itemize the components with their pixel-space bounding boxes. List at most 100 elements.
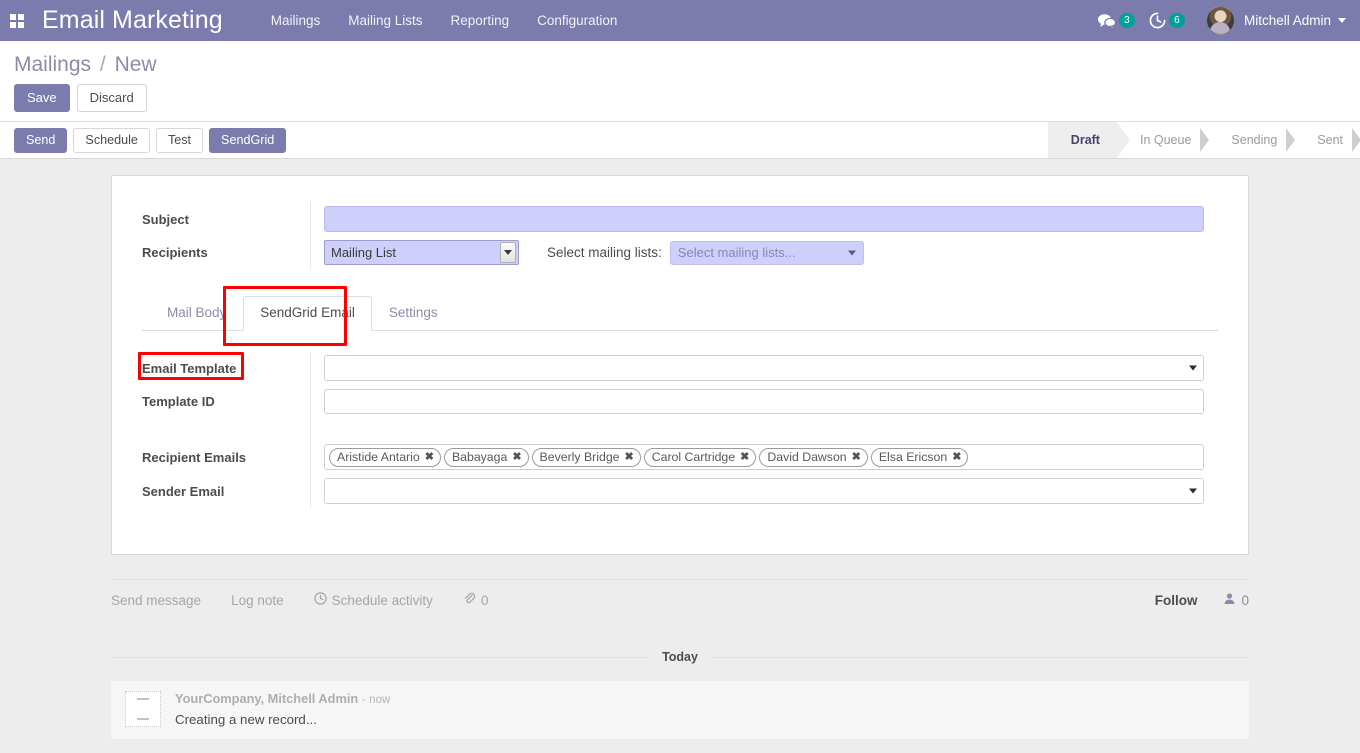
message-item: YourCompany, Mitchell Admin - now Creati… (111, 681, 1249, 739)
field-row-sender-email: Sender Email (142, 474, 1218, 508)
notebook-tabs: Mail Body SendGrid Email Settings (142, 296, 1218, 331)
send-message-button[interactable]: Send message (111, 593, 201, 608)
send-message-label: Send message (111, 592, 202, 608)
save-button[interactable]: Save (14, 84, 70, 112)
field-row-email-template: Email Template (142, 351, 1218, 385)
tab-sendgrid-email[interactable]: SendGrid Email (243, 296, 372, 331)
sheet-container: Subject Recipients Mailing List Select m… (0, 159, 1360, 555)
followers-button[interactable]: 0 (1223, 592, 1249, 608)
activities-button[interactable]: 6 (1142, 0, 1192, 41)
avatar (1205, 6, 1235, 35)
discard-button[interactable]: Discard (76, 84, 147, 112)
field-row-recipients: Recipients Mailing List Select mailing l… (142, 236, 1218, 269)
activities-count-badge: 6 (1168, 13, 1185, 28)
record-actions: Save Discard (0, 82, 1360, 121)
recipients-label: Recipients (142, 245, 208, 260)
top-navbar: Email Marketing Mailings Mailing Lists R… (0, 0, 1360, 41)
clock-icon (1149, 12, 1166, 29)
close-x-icon[interactable]: ✖ (425, 451, 434, 463)
messages-count-badge: 3 (1118, 13, 1135, 28)
status-stage-label: In Queue (1139, 133, 1192, 147)
apps-grid-icon (10, 13, 24, 28)
user-menu-button[interactable]: Mitchell Admin (1192, 0, 1352, 41)
status-stage-in-queue[interactable]: In Queue (1117, 122, 1210, 158)
tag-label: Beverly Bridge (539, 450, 620, 464)
status-stage-label: Draft (1070, 133, 1100, 147)
field-row-spacer (142, 418, 1218, 440)
log-note-label: Log note (231, 592, 284, 608)
status-stage-label: Sending (1231, 133, 1278, 147)
sender-email-select[interactable] (324, 478, 1204, 504)
message-avatar (125, 691, 161, 727)
test-button[interactable]: Test (155, 127, 204, 153)
subject-input[interactable] (324, 206, 1204, 232)
breadcrumb-parent[interactable]: Mailings (14, 53, 91, 76)
breadcrumb-separator: / (99, 53, 106, 76)
day-separator: Today (111, 650, 1250, 664)
tag-label: Carol Cartridge (651, 450, 736, 464)
follow-button[interactable]: Follow (1155, 593, 1198, 608)
menu-item-reporting[interactable]: Reporting (437, 0, 524, 41)
close-x-icon[interactable]: ✖ (512, 451, 521, 463)
paperclip-icon (463, 592, 476, 608)
status-pipeline: Draft In Queue Sending Sent (1047, 122, 1360, 158)
tab-mail-body[interactable]: Mail Body (150, 296, 243, 331)
tag-item[interactable]: Beverly Bridge ✖ (531, 447, 641, 467)
tag-item[interactable]: Aristide Antario ✖ (329, 447, 441, 467)
send-button[interactable]: Send (14, 127, 68, 153)
status-stage-label: Sent (1317, 133, 1343, 147)
app-brand-title: Email Marketing (42, 6, 223, 34)
tag-item[interactable]: Babayaga ✖ (443, 447, 529, 467)
messages-button[interactable]: 3 (1090, 0, 1142, 41)
schedule-button[interactable]: Schedule (73, 127, 150, 153)
recipients-select-value: Mailing List (331, 245, 397, 260)
attachment-count: 0 (480, 592, 489, 608)
chevron-down-icon (1338, 18, 1346, 23)
recipients-select[interactable]: Mailing List (324, 240, 519, 265)
mailing-lists-input[interactable]: Select mailing lists... (669, 240, 864, 265)
menu-item-mailing-lists[interactable]: Mailing Lists (334, 0, 436, 41)
tag-label: Babayaga (451, 450, 508, 464)
menu-item-configuration[interactable]: Configuration (523, 0, 631, 41)
message-time: now (369, 694, 391, 706)
sendgrid-button[interactable]: SendGrid (209, 127, 287, 153)
message-body: Creating a new record... (175, 712, 317, 727)
chevron-down-icon (500, 242, 516, 263)
log-note-button[interactable]: Log note (231, 593, 284, 608)
attachments-button[interactable]: 0 (463, 592, 489, 608)
chevron-right-icon (1352, 128, 1360, 152)
status-stage-draft[interactable]: Draft (1047, 122, 1131, 158)
tabpane-sendgrid-email: Email Template Template ID Recipient Ema… (142, 331, 1218, 508)
schedule-activity-button[interactable]: Schedule activity (313, 592, 433, 608)
status-stage-sending[interactable]: Sending (1208, 122, 1296, 158)
apps-menu-button[interactable] (0, 0, 34, 41)
recipient-emails-input[interactable]: Aristide Antario ✖ Babayaga ✖ Beverly Br… (324, 444, 1204, 470)
tag-item[interactable]: Elsa Ericson ✖ (870, 447, 969, 467)
chevron-down-icon (1189, 488, 1197, 494)
followers-count-label: 0 (1241, 592, 1249, 608)
clock-icon (313, 592, 327, 608)
email-template-select[interactable] (324, 355, 1204, 381)
chevron-down-icon (847, 250, 856, 255)
user-name-label: Mitchell Admin (1243, 13, 1331, 28)
notebook: Mail Body SendGrid Email Settings Email … (142, 296, 1218, 508)
recipient-emails-label: Recipient Emails (142, 449, 247, 465)
tag-label: Aristide Antario (337, 450, 420, 464)
status-stage-sent[interactable]: Sent (1294, 122, 1360, 158)
close-x-icon[interactable]: ✖ (952, 451, 961, 463)
chatter-follow-area: Follow 0 (1155, 592, 1249, 608)
close-x-icon[interactable]: ✖ (625, 451, 634, 463)
subject-label: Subject (142, 211, 189, 227)
form-sheet: Subject Recipients Mailing List Select m… (111, 175, 1249, 555)
message-time-separator: - (361, 694, 366, 706)
tab-settings[interactable]: Settings (372, 296, 455, 331)
tag-item[interactable]: Carol Cartridge ✖ (643, 447, 757, 467)
day-separator-label: Today (662, 650, 698, 664)
close-x-icon[interactable]: ✖ (852, 451, 861, 463)
schedule-activity-label: Schedule activity (331, 592, 433, 608)
close-x-icon[interactable]: ✖ (740, 451, 749, 463)
menu-item-mailings[interactable]: Mailings (257, 0, 335, 41)
tag-item[interactable]: David Dawson ✖ (759, 447, 868, 467)
template-id-input[interactable] (324, 389, 1204, 414)
header-fields: Subject Recipients Mailing List Select m… (142, 202, 1218, 269)
